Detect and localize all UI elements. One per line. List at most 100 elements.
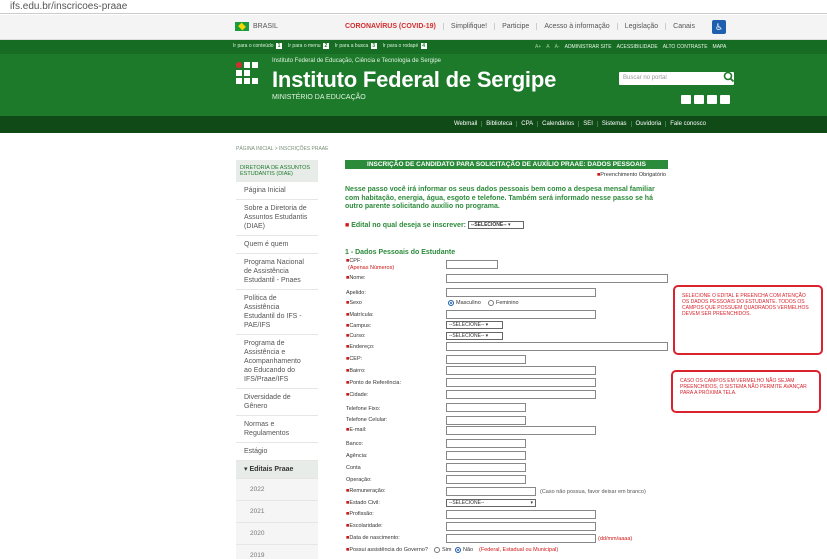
- gov-link-canais[interactable]: Canais: [665, 23, 702, 30]
- gov-link-legislacao[interactable]: Legislação: [616, 23, 665, 30]
- nav-cpa[interactable]: CPA: [516, 121, 537, 127]
- governo-sim-radio[interactable]: Sim: [434, 547, 451, 553]
- skip-link-content[interactable]: Ir para o conteúdo 1: [233, 43, 282, 49]
- header-top-strip: Ir para o conteúdo 1 Ir para o menu 2 Ir…: [0, 40, 827, 54]
- campus-select[interactable]: --SELECIONE-- ▾: [446, 321, 503, 329]
- nav-biblioteca[interactable]: Biblioteca: [481, 121, 516, 127]
- accessibility-icon[interactable]: ♿: [712, 20, 726, 34]
- referencia-label: ■Ponto de Referência:: [346, 380, 402, 386]
- gov-link-covid[interactable]: CORONAVÍRUS (COVID-19): [338, 23, 443, 30]
- cpf-hint: (Apenas Números): [348, 265, 395, 271]
- edital-label: Edital no qual deseja se inscrever:: [351, 221, 467, 229]
- form-intro: Nesse passo você irá informar os seus da…: [345, 186, 655, 210]
- sidebar-item-inicial[interactable]: Página Inicial: [236, 182, 318, 200]
- sidebar-item-diversidade[interactable]: Diversidade de Gênero: [236, 389, 318, 416]
- sidebar-year-2022[interactable]: 2022: [236, 479, 318, 501]
- font-reset[interactable]: A: [546, 44, 549, 50]
- browser-url-bar[interactable]: ifs.edu.br/inscricoes-praae: [0, 0, 827, 14]
- search-placeholder: Buscar no portal: [623, 75, 667, 81]
- bairro-input[interactable]: [446, 366, 596, 375]
- font-decrease[interactable]: A-: [555, 44, 560, 50]
- facebook-icon[interactable]: [681, 95, 691, 104]
- remuneracao-label: ■Remuneração:: [346, 488, 386, 494]
- sexo-feminino-radio[interactable]: Feminino: [488, 300, 519, 306]
- sidebar-item-estagio[interactable]: Estágio: [236, 443, 318, 461]
- youtube-icon[interactable]: [707, 95, 717, 104]
- escolaridade-input[interactable]: [446, 522, 596, 531]
- sidebar-item-pnaes[interactable]: Programa Nacional de Assistência Estudan…: [236, 254, 318, 290]
- tel-celular-input[interactable]: [446, 416, 526, 425]
- sidebar-item-pae[interactable]: Política de Assistência Estudantil do IF…: [236, 290, 318, 335]
- nav-sei[interactable]: SEI: [578, 121, 597, 127]
- sidebar-item-quem-e-quem[interactable]: Quem é quem: [236, 236, 318, 254]
- profissao-input[interactable]: [446, 510, 596, 519]
- campus-label: ■Campus:: [346, 323, 372, 329]
- sexo-masculino-radio[interactable]: Masculino: [448, 300, 481, 306]
- breadcrumb[interactable]: PÁGINA INICIAL > INSCRIÇÕES PRAAE: [236, 146, 328, 152]
- skip-link-menu[interactable]: Ir para o menu 2: [288, 43, 329, 49]
- nav-fale-conosco[interactable]: Fale conosco: [665, 121, 710, 127]
- governo-nao-radio[interactable]: Não: [455, 547, 473, 553]
- flickr-icon[interactable]: [720, 95, 730, 104]
- skip-link-footer[interactable]: Ir para o rodapé 4: [383, 43, 427, 49]
- search-icon[interactable]: [722, 70, 736, 84]
- nav-ouvidoria[interactable]: Ouvidoria: [630, 121, 666, 127]
- nav-webmail[interactable]: Webmail: [450, 121, 481, 127]
- matricula-input[interactable]: [446, 310, 596, 319]
- gov-link-simplifique[interactable]: Simplifique!: [442, 23, 494, 30]
- tel-fixo-input[interactable]: [446, 403, 526, 412]
- remuneracao-input[interactable]: [446, 487, 536, 496]
- tel-fixo-label: Telefone Fixo:: [346, 406, 381, 412]
- ifs-logo-icon[interactable]: [236, 62, 258, 86]
- referencia-input[interactable]: [446, 378, 596, 387]
- nav-calendarios[interactable]: Calendários: [537, 121, 578, 127]
- email-label: ■E-mail:: [346, 427, 367, 433]
- escolaridade-label: ■Escolaridade:: [346, 523, 383, 529]
- edital-row: ■ Edital no qual deseja se inscrever: --S…: [345, 221, 525, 229]
- edital-select[interactable]: --SELECIONE-- ▾: [468, 221, 525, 229]
- toolbar-accessibility[interactable]: ACESSIBILIDADE: [617, 44, 658, 50]
- agencia-input[interactable]: [446, 451, 526, 460]
- cpf-input[interactable]: [446, 260, 498, 269]
- sidebar-year-2019[interactable]: 2019: [236, 545, 318, 559]
- email-input[interactable]: [446, 426, 596, 435]
- nascimento-input[interactable]: [446, 534, 596, 543]
- nome-input[interactable]: [446, 274, 668, 283]
- toolbar-admin[interactable]: ADMINISTRAR SITE: [565, 44, 612, 50]
- apelido-input[interactable]: [446, 288, 596, 297]
- endereco-input[interactable]: [446, 342, 668, 351]
- sidebar-section-editais[interactable]: ▾ Editais Praae: [236, 461, 318, 479]
- banco-input[interactable]: [446, 439, 526, 448]
- toolbar-contrast[interactable]: ALTO CONTRASTE: [663, 44, 708, 50]
- sidebar-year-2020[interactable]: 2020: [236, 523, 318, 545]
- instagram-icon[interactable]: [694, 95, 704, 104]
- site-header: Ir para o conteúdo 1 Ir para o menu 2 Ir…: [0, 40, 827, 116]
- sidebar-year-2021[interactable]: 2021: [236, 501, 318, 523]
- form-title: INSCRIÇÃO DE CANDIDATO PARA SOLICITAÇÃO …: [345, 160, 668, 169]
- sidebar-item-normas[interactable]: Normas e Regulamentos: [236, 416, 318, 443]
- font-increase[interactable]: A+: [535, 44, 541, 50]
- skip-link-search[interactable]: Ir para a busca 3: [335, 43, 377, 49]
- nav-sistemas[interactable]: Sistemas: [596, 121, 631, 127]
- ministry-label: MINISTÉRIO DA EDUCAÇÃO: [272, 94, 366, 101]
- search-input[interactable]: Buscar no portal: [619, 70, 736, 85]
- cep-input[interactable]: [446, 355, 526, 364]
- cidade-input[interactable]: [446, 390, 596, 399]
- skip-links: Ir para o conteúdo 1 Ir para o menu 2 Ir…: [233, 43, 427, 49]
- required-note: ■Preenchimento Obrigatório: [596, 172, 666, 178]
- conta-label: Conta: [346, 465, 361, 471]
- operacao-input[interactable]: [446, 475, 526, 484]
- conta-input[interactable]: [446, 463, 526, 472]
- site-title[interactable]: Instituto Federal de Sergipe: [272, 67, 556, 93]
- estado-civil-select[interactable]: --SELECIONE-- ▾: [446, 499, 536, 507]
- brasil-link[interactable]: BRASIL: [235, 22, 278, 31]
- section-title: 1 - Dados Pessoais do Estudante: [345, 249, 456, 256]
- gov-link-acesso[interactable]: Acesso à informação: [536, 23, 616, 30]
- sidebar-item-praae[interactable]: Programa de Assistência e Acompanhamento…: [236, 335, 318, 389]
- site-subtitle: Instituto Federal de Educação, Ciência e…: [272, 58, 441, 64]
- toolbar-map[interactable]: MAPA: [713, 44, 727, 50]
- sidebar-item-sobre[interactable]: Sobre a Diretoria de Assuntos Estudantis…: [236, 200, 318, 236]
- nascimento-label: ■Data de nascimento:: [346, 535, 400, 541]
- gov-link-participe[interactable]: Participe: [494, 23, 536, 30]
- curso-select[interactable]: --SELECIONE-- ▾: [446, 332, 503, 340]
